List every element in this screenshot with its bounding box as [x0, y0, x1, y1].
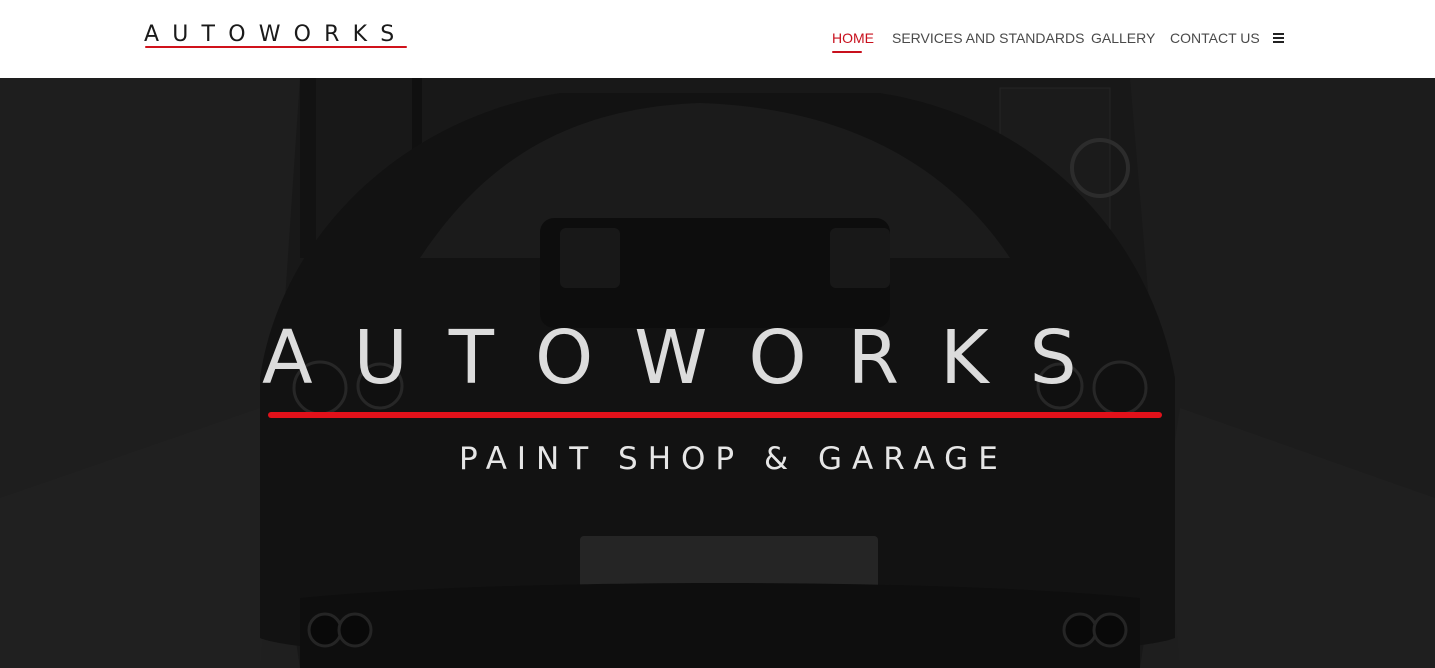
nav-contact-us[interactable]: CONTACT US	[1170, 30, 1260, 47]
logo-text: AUTOWORKS	[144, 22, 408, 47]
logo-underline	[145, 46, 407, 48]
nav-gallery-label: GALLERY	[1091, 30, 1156, 46]
hero-title-underline	[268, 412, 1162, 418]
hero-section: AUTOWORKS PAINT SHOP & GARAGE	[0, 78, 1435, 668]
site-header: AUTOWORKS HOME SERVICES AND STANDARDS GA…	[0, 0, 1435, 78]
nav-services-label: SERVICES AND STANDARDS	[892, 30, 1085, 46]
nav-contact-label: CONTACT US	[1170, 30, 1260, 46]
nav-home[interactable]: HOME	[832, 30, 874, 53]
site-logo[interactable]: AUTOWORKS	[144, 22, 408, 52]
nav-services-and-standards[interactable]: SERVICES AND STANDARDS	[892, 30, 1084, 47]
nav-active-indicator	[832, 51, 862, 53]
nav-gallery[interactable]: GALLERY	[1091, 30, 1155, 47]
hero-title: AUTOWORKS	[262, 315, 1118, 401]
nav-home-label: HOME	[832, 30, 874, 46]
hamburger-icon[interactable]	[1273, 33, 1284, 43]
hero-subtitle: PAINT SHOP & GARAGE	[459, 441, 1008, 477]
